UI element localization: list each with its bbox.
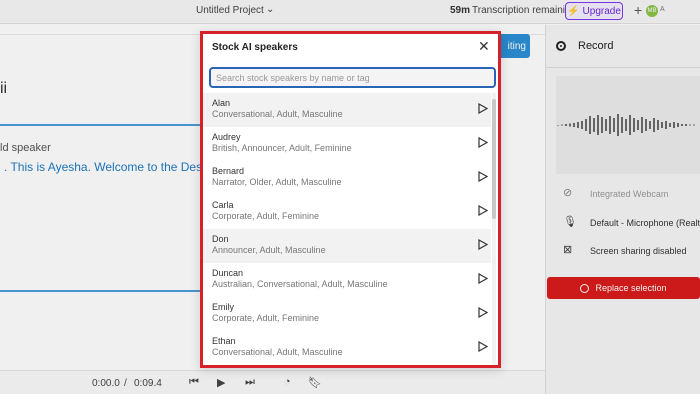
play-icon[interactable] <box>478 341 488 352</box>
list-item[interactable]: Duncan Australian, Conversational, Adult… <box>203 263 491 297</box>
speaker-name: Emily <box>212 302 234 312</box>
speaker-tags: Conversational, Adult, Masculine <box>212 109 343 119</box>
speaker-tags: Australian, Conversational, Adult, Mascu… <box>212 279 388 289</box>
speaker-name: Alan <box>212 98 231 108</box>
list-item[interactable]: Emily Corporate, Adult, Feminine <box>203 297 491 331</box>
speaker-name: Audrey <box>212 132 241 142</box>
play-icon[interactable] <box>478 171 488 182</box>
speaker-tags: Corporate, Adult, Feminine <box>212 313 320 323</box>
speaker-tags: Announcer, Adult, Masculine <box>212 245 326 255</box>
list-item[interactable]: Ethan Conversational, Adult, Masculine <box>203 331 491 365</box>
speaker-name: Ethan <box>212 336 236 346</box>
play-icon[interactable] <box>478 307 488 318</box>
speaker-list: Alan Conversational, Adult, Masculine Au… <box>203 93 498 365</box>
list-item[interactable]: Carla Corporate, Adult, Feminine <box>203 195 491 229</box>
close-icon[interactable]: ✕ <box>478 38 490 55</box>
speaker-tags: Conversational, Adult, Masculine <box>212 347 343 357</box>
search-input[interactable] <box>209 67 496 88</box>
play-icon[interactable] <box>478 239 488 250</box>
speaker-tags: British, Announcer, Adult, Feminine <box>212 143 352 153</box>
speaker-name: Duncan <box>212 268 244 278</box>
list-item[interactable]: Audrey British, Announcer, Adult, Femini… <box>203 127 491 161</box>
play-icon[interactable] <box>478 273 488 284</box>
play-icon[interactable] <box>478 137 488 148</box>
list-item[interactable]: Don Announcer, Adult, Masculine <box>203 229 491 263</box>
speaker-name: Carla <box>212 200 234 210</box>
speaker-name: Don <box>212 234 229 244</box>
play-icon[interactable] <box>478 103 488 114</box>
play-icon[interactable] <box>478 205 488 216</box>
scrollbar-thumb[interactable] <box>492 99 496 219</box>
modal-title: Stock AI speakers <box>212 42 298 53</box>
speaker-name: Bernard <box>212 166 245 176</box>
speaker-tags: Narrator, Older, Adult, Masculine <box>212 177 342 187</box>
list-item[interactable]: Alan Conversational, Adult, Masculine <box>203 93 491 127</box>
list-item[interactable]: Bernard Narrator, Older, Adult, Masculin… <box>203 161 491 195</box>
speaker-tags: Corporate, Adult, Feminine <box>212 211 320 221</box>
stock-speakers-modal: Stock AI speakers ✕ Alan Conversational,… <box>200 31 501 368</box>
